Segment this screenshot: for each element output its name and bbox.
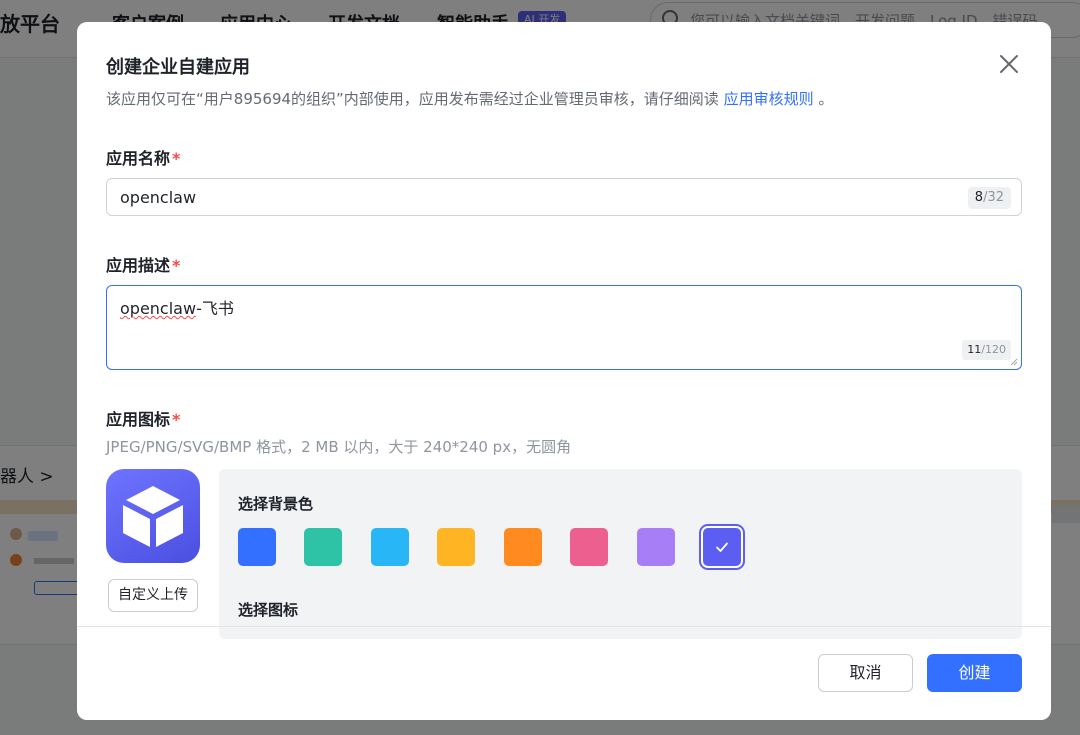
app-name-input[interactable]: openclaw 8/32 xyxy=(106,178,1022,216)
app-name-label: 应用名称 * xyxy=(106,149,181,168)
char-counter: 11/120 xyxy=(962,340,1011,360)
color-swatch[interactable] xyxy=(238,528,276,566)
color-swatch[interactable] xyxy=(304,528,342,566)
app-name-value: openclaw xyxy=(120,188,197,207)
review-notice: 该应用仅可在“用户895694的组织”内部使用，应用发布需经过企业管理员审核，请… xyxy=(106,88,833,109)
cube-icon xyxy=(123,486,183,547)
app-desc-label: 应用描述 * xyxy=(106,256,181,275)
color-swatch[interactable] xyxy=(437,528,475,566)
app-icon-preview xyxy=(106,469,200,563)
create-app-dialog: 创建企业自建应用 该应用仅可在“用户895694的组织”内部使用，应用发布需经过… xyxy=(77,22,1051,720)
color-swatch[interactable] xyxy=(504,528,542,566)
required-mark: * xyxy=(172,256,181,275)
dialog-title: 创建企业自建应用 xyxy=(106,57,250,78)
app-icon-label: 应用图标 * xyxy=(106,410,181,429)
notice-end: 。 xyxy=(813,90,834,108)
close-icon xyxy=(1000,55,1018,73)
footer-divider xyxy=(77,626,1051,627)
check-icon xyxy=(716,542,728,552)
color-swatch[interactable] xyxy=(703,528,741,566)
review-rules-link[interactable]: 应用审核规则 xyxy=(724,90,814,108)
close-button[interactable] xyxy=(994,49,1024,79)
color-swatch[interactable] xyxy=(570,528,608,566)
notice-text: 该应用仅可在“用户895694的组织”内部使用，应用发布需经过企业管理员审核，请… xyxy=(106,90,724,108)
color-swatch[interactable] xyxy=(371,528,409,566)
app-desc-value: openclaw-飞书 xyxy=(120,299,234,318)
icon-format-hint: JPEG/PNG/SVG/BMP 格式，2 MB 以内，大于 240*240 p… xyxy=(106,438,572,456)
required-mark: * xyxy=(172,410,181,429)
cancel-button[interactable]: 取消 xyxy=(818,654,913,692)
bg-color-title: 选择背景色 xyxy=(238,495,314,513)
app-desc-textarea[interactable]: openclaw-飞书 11/120 xyxy=(106,285,1022,370)
create-button[interactable]: 创建 xyxy=(927,654,1022,692)
required-mark: * xyxy=(172,149,181,168)
choose-icon-title: 选择图标 xyxy=(238,601,299,619)
icon-picker-panel: 选择背景色 选择图标 xyxy=(219,469,1022,639)
custom-upload-button[interactable]: 自定义上传 xyxy=(108,579,198,612)
char-counter: 8/32 xyxy=(967,187,1011,209)
resize-handle-icon[interactable] xyxy=(1010,358,1018,366)
color-swatch[interactable] xyxy=(637,528,675,566)
